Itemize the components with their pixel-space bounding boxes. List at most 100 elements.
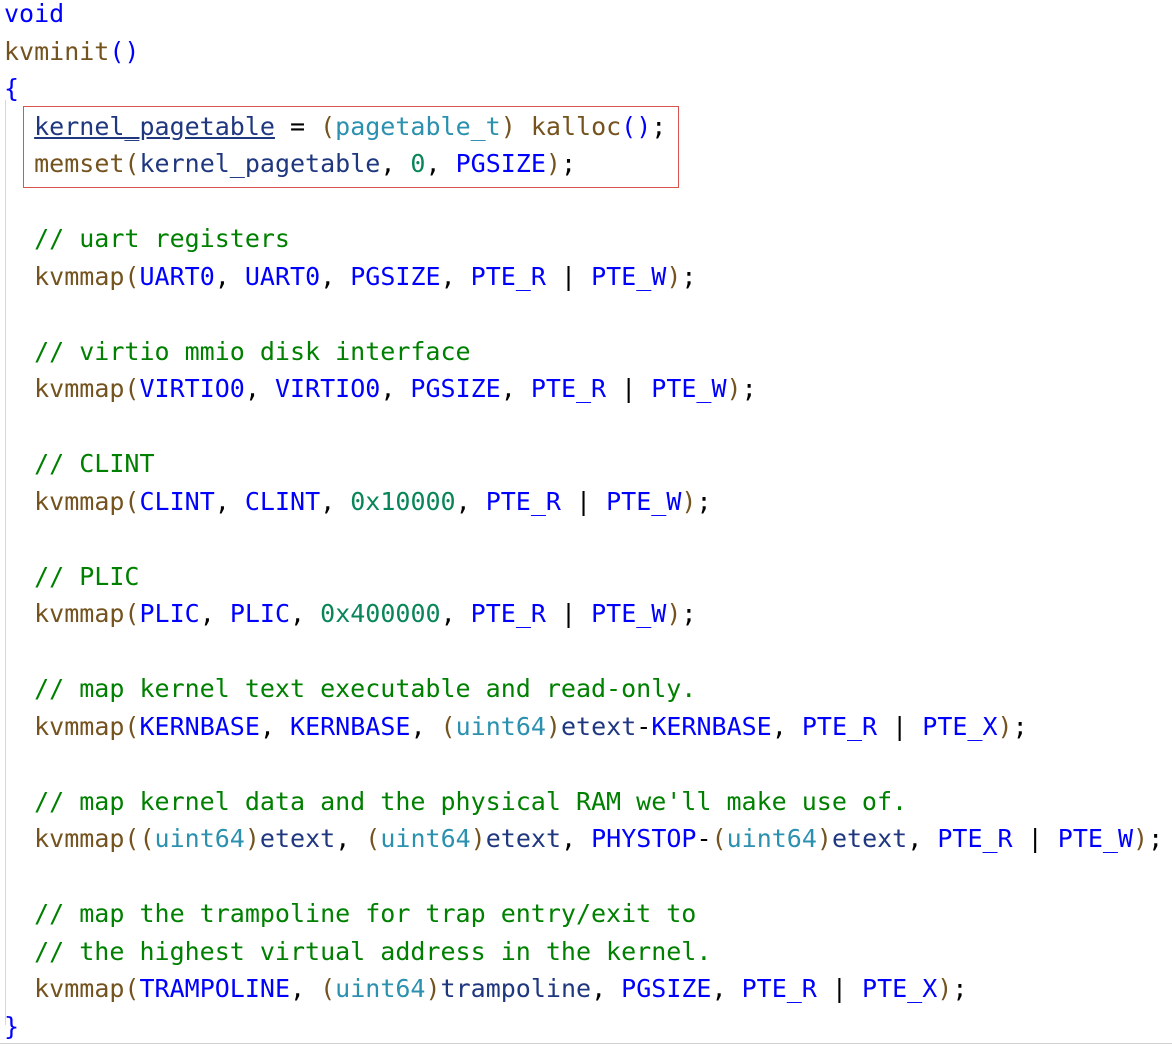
code-token: , (440, 599, 471, 628)
code-token: , (561, 824, 592, 853)
code-token: , (320, 261, 351, 291)
code-line[interactable]: // PLIC (4, 558, 139, 595)
code-token: { (4, 74, 20, 103)
code-token: PLIC (139, 599, 200, 628)
code-line[interactable]: kvminit() (4, 33, 139, 70)
code-line[interactable]: kvmmap(UART0, UART0, PGSIZE, PTE_R | PTE… (4, 258, 696, 295)
code-token: | (545, 599, 592, 628)
code-line[interactable]: // uart registers (4, 220, 290, 257)
code-line[interactable]: void (4, 0, 64, 32)
code-token: PTE_W (591, 599, 667, 628)
code-token: ( (440, 711, 456, 741)
code-token: ; (560, 149, 577, 178)
code-token: | (545, 261, 592, 291)
code-token: 0x400000 (320, 599, 441, 628)
code-token: kernel_pagetable (139, 149, 381, 178)
code-token: ; (741, 374, 757, 403)
code-token: 0x10000 (350, 486, 456, 516)
code-token: void (4, 0, 65, 28)
code-token: | (877, 711, 923, 741)
code-token: VIRTIO0 (274, 374, 381, 403)
code-token: ( (124, 149, 140, 178)
code-token: ( (711, 824, 727, 853)
code-line[interactable]: kvmmap(TRAMPOLINE, (uint64)trampoline, P… (4, 970, 967, 1007)
code-token: - (636, 711, 652, 741)
code-line[interactable]: // map the trampoline for trap entry/exi… (4, 895, 696, 932)
code-token: PTE_R (801, 711, 878, 741)
code-token: 0 (410, 149, 426, 178)
code-token: KERNBASE (139, 711, 260, 741)
code-line[interactable]: kernel_pagetable = (pagetable_t) kalloc(… (4, 108, 666, 145)
code-line[interactable]: kvmmap(KERNBASE, KERNBASE, (uint64)etext… (4, 708, 1028, 745)
code-token: PTE_R (937, 824, 1013, 853)
code-token: ) (1133, 824, 1149, 853)
code-token: PTE_R (470, 261, 546, 291)
code-token: ( (139, 824, 155, 853)
code-line[interactable]: { (4, 70, 19, 107)
code-token: // CLINT (4, 449, 155, 478)
code-token: PGSIZE (410, 374, 501, 403)
code-token: uint64 (726, 824, 817, 853)
code-token: , (440, 261, 471, 291)
code-token: ) (545, 149, 561, 178)
code-token: CLINT (139, 486, 215, 516)
code-token: // PLIC (4, 561, 140, 591)
code-token: () (621, 111, 652, 141)
code-line[interactable]: } (4, 1008, 19, 1045)
code-token: VIRTIO0 (139, 374, 245, 403)
code-line[interactable]: kvmmap(CLINT, CLINT, 0x10000, PTE_R | PT… (4, 483, 712, 520)
code-line[interactable]: // the highest virtual address in the ke… (4, 933, 711, 970)
code-token: ) (500, 111, 516, 141)
code-token: ) (545, 711, 561, 741)
code-token: PGSIZE (621, 974, 712, 1003)
code-token: KERNBASE (651, 711, 772, 741)
code-token: () (109, 36, 140, 66)
code-token: etext (485, 824, 561, 853)
code-token: uint64 (335, 974, 426, 1003)
code-token: ( (365, 824, 381, 853)
code-line[interactable]: // CLINT (4, 445, 155, 482)
code-token: kvmmap (34, 374, 125, 403)
code-token: PTE_W (651, 374, 727, 403)
code-token: ; (696, 486, 712, 516)
code-line[interactable]: // virtio mmio disk interface (4, 333, 471, 370)
code-token: | (1012, 824, 1058, 853)
code-token: ; (1148, 824, 1164, 853)
code-token: PTE_W (591, 261, 667, 291)
code-line[interactable]: kvmmap((uint64)etext, (uint64)etext, PHY… (4, 820, 1163, 857)
code-token: kvmmap (34, 599, 125, 628)
code-line[interactable]: memset(kernel_pagetable, 0, PGSIZE); (4, 145, 576, 182)
code-token: , (380, 374, 411, 403)
code-token: ; (1012, 711, 1028, 741)
code-line[interactable]: kvmmap(VIRTIO0, VIRTIO0, PGSIZE, PTE_R |… (4, 370, 757, 407)
code-token: , (907, 824, 938, 853)
code-token: , (500, 374, 531, 403)
code-token: kernel_pagetable (34, 111, 275, 141)
bottom-divider (0, 1043, 1172, 1044)
code-token: uint64 (380, 824, 471, 853)
code-token: , (214, 261, 245, 291)
code-token: ( (124, 711, 140, 741)
code-token: , (335, 824, 366, 853)
code-token: , (410, 711, 441, 741)
code-editor[interactable]: void kvminit(){ kernel_pagetable = (paget… (0, 0, 1172, 1047)
code-line[interactable]: // map kernel text executable and read-o… (4, 670, 696, 707)
code-line[interactable]: kvmmap(PLIC, PLIC, 0x400000, PTE_R | PTE… (4, 595, 696, 632)
code-line[interactable]: // map kernel data and the physical RAM … (4, 783, 907, 820)
code-token: , (214, 486, 245, 516)
code-token: | (606, 374, 652, 403)
code-token: } (4, 1011, 20, 1041)
code-token: , (380, 149, 411, 178)
code-token: , (711, 974, 742, 1003)
code-token: kvminit (4, 36, 110, 66)
code-token: PTE_R (530, 374, 607, 403)
code-token: kvmmap (34, 261, 125, 291)
code-token: etext (560, 711, 637, 741)
